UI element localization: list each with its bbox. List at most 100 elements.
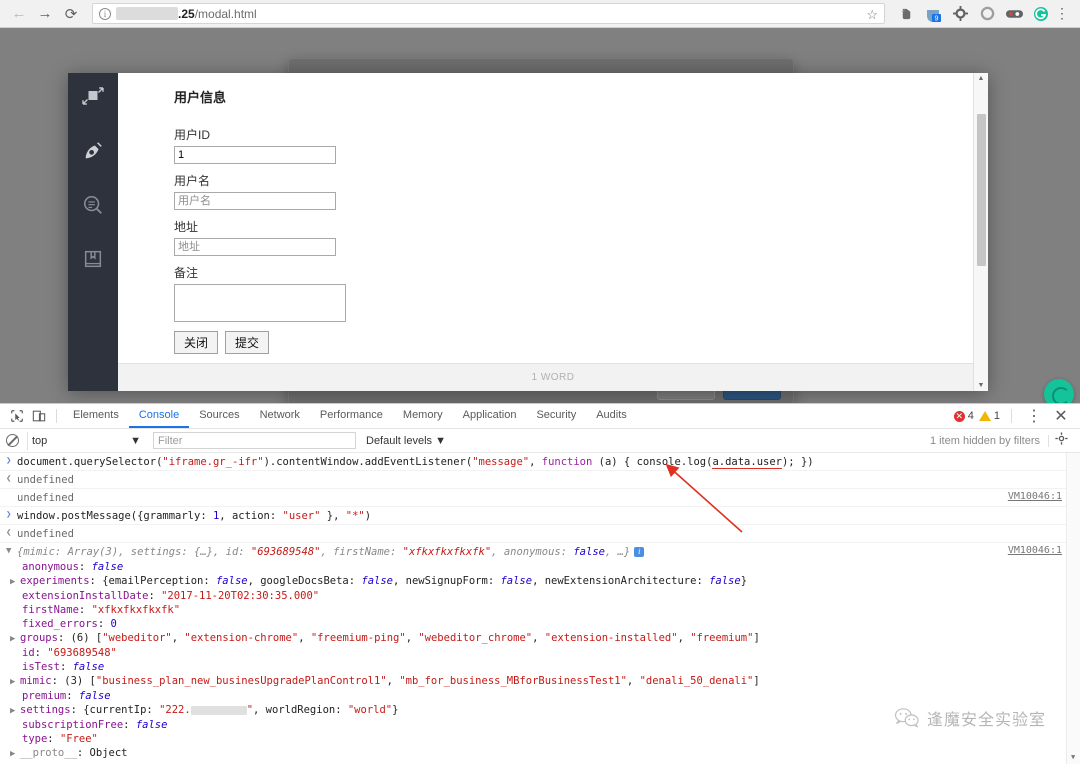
console-scrollbar[interactable]: ▼ <box>1066 453 1080 764</box>
chevron-down-icon: ▼ <box>130 434 141 447</box>
object-properties-list: anonymous: false ▶ experiments: {emailPer… <box>0 560 1080 761</box>
expand-triangle-icon-settings[interactable]: ▶ <box>10 704 20 718</box>
svg-text:9: 9 <box>935 15 939 22</box>
address-input[interactable] <box>174 238 336 256</box>
expand-triangle-icon-groups[interactable]: ▶ <box>10 632 20 646</box>
console-row-input-1[interactable]: ❯ document.querySelector("iframe.gr_-ifr… <box>0 453 1080 471</box>
property-proto[interactable]: ▶ __proto__: Object <box>0 746 1080 761</box>
property-type: type: "Free" <box>22 733 98 745</box>
console-row-output-1: ❮ undefined <box>0 471 1080 489</box>
username-label: 用户名 <box>174 174 211 188</box>
tab-elements[interactable]: Elements <box>63 404 129 428</box>
expand-collapse-icon[interactable] <box>79 83 107 111</box>
scrollbar-track[interactable] <box>974 84 988 380</box>
scroll-up-icon[interactable]: ▲ <box>978 73 985 84</box>
console-filter-input[interactable] <box>153 432 356 449</box>
object-expand-icon[interactable]: ▼ <box>6 545 17 556</box>
settings-extension-icon[interactable] <box>951 5 969 23</box>
console-log-1: undefined <box>17 491 74 504</box>
back-button[interactable]: ← <box>6 2 32 26</box>
reload-button[interactable]: ⟳ <box>58 2 84 26</box>
remark-textarea[interactable] <box>174 284 346 322</box>
tab-network[interactable]: Network <box>250 404 310 428</box>
warning-icon <box>978 411 991 421</box>
handbook-icon[interactable] <box>79 245 107 273</box>
error-icon: ✕ <box>953 410 965 422</box>
tab-memory[interactable]: Memory <box>393 404 453 428</box>
gear-icon[interactable] <box>1049 431 1074 450</box>
console-source-link-2[interactable]: VM10046:1 <box>1008 545 1062 556</box>
console-filter-bar: top ▼ Default levels ▼ 1 item hidden by … <box>0 429 1080 453</box>
evernote-extension-icon[interactable] <box>897 5 915 23</box>
console-row-input-2[interactable]: ❯ window.postMessage({grammarly: 1, acti… <box>0 507 1080 525</box>
property-mimic[interactable]: ▶ mimic: (3) ["business_plan_new_businesU… <box>0 674 1080 689</box>
log-levels-selector[interactable]: Default levels ▼ <box>366 435 446 447</box>
url-host: .25 <box>178 6 195 21</box>
bookmark-star-icon[interactable]: ☆ <box>866 7 878 23</box>
tab-security[interactable]: Security <box>526 404 586 428</box>
address-label: 地址 <box>174 220 199 234</box>
address-bar[interactable]: i .25/modal.html ☆ <box>92 3 885 24</box>
expand-triangle-icon-mimic[interactable]: ▶ <box>10 675 20 689</box>
console-source-link-1[interactable]: VM10046:1 <box>1008 491 1062 502</box>
console-scroll-down-icon[interactable]: ▼ <box>1071 753 1075 761</box>
console-output-2: undefined <box>17 527 74 540</box>
tab-audits[interactable]: Audits <box>586 404 637 428</box>
site-info-icon[interactable]: i <box>99 7 111 20</box>
inspect-element-icon[interactable] <box>6 406 28 426</box>
grammarly-footer: 1 WORD <box>118 363 988 391</box>
user-id-input[interactable] <box>174 146 336 164</box>
grammarly-page-badge[interactable] <box>1044 379 1074 403</box>
circle-extension-icon[interactable] <box>978 5 996 23</box>
grammarly-content-area: 用户信息 用户ID 用户名 地址 备注 关闭 提交 1 WORD <box>118 73 988 391</box>
hidden-items-message: 1 item hidden by filters <box>930 434 1049 447</box>
property-fixed_errors: fixed_errors: 0 <box>22 618 117 630</box>
clear-console-icon[interactable] <box>6 434 19 447</box>
property-groups[interactable]: ▶ groups: (6) ["webeditor", "extension-ch… <box>0 631 1080 646</box>
device-toolbar-icon[interactable] <box>28 406 50 426</box>
grammarly-extension-icon[interactable] <box>1032 5 1050 23</box>
scroll-down-icon[interactable]: ▼ <box>978 380 985 391</box>
tab-application[interactable]: Application <box>453 404 527 428</box>
context-selector[interactable]: top ▼ <box>27 431 145 450</box>
error-badge[interactable]: ✕ 4 <box>953 410 974 422</box>
url-path: /modal.html <box>194 6 257 21</box>
expand-triangle-icon[interactable]: ▶ <box>10 575 20 589</box>
browser-toolbar: ← → ⟳ i .25/modal.html ☆ 9 ⋮ <box>0 0 1080 28</box>
tab-console[interactable]: Console <box>128 404 190 428</box>
warning-count: 1 <box>993 410 1000 422</box>
search-assistant-icon[interactable] <box>79 191 107 219</box>
console-row-object[interactable]: ▼ {mimic: Array(3), settings: {…}, id: "… <box>0 543 1080 560</box>
devtools-tabs: Elements Console Sources Network Perform… <box>63 404 637 428</box>
username-input[interactable] <box>174 192 336 210</box>
input-marker-icon: ❯ <box>6 455 12 466</box>
wechat-watermark: 逢魔安全实验室 <box>894 706 1046 730</box>
object-info-icon[interactable]: i <box>634 546 645 557</box>
output-marker-icon-2: ❮ <box>6 527 12 538</box>
scrollbar-thumb[interactable] <box>977 114 986 266</box>
pen-nib-icon[interactable] <box>79 137 107 165</box>
browser-menu-button[interactable]: ⋮ <box>1050 5 1074 22</box>
redacted-ip-block <box>190 705 247 715</box>
expand-triangle-icon-proto[interactable]: ▶ <box>10 747 20 761</box>
output-marker-icon: ❮ <box>6 473 12 484</box>
property-experiments[interactable]: ▶ experiments: {emailPerception: false, g… <box>0 574 1080 589</box>
warning-badge[interactable]: 1 <box>978 410 1000 422</box>
context-value: top <box>32 434 48 447</box>
three-dots-vertical-icon[interactable]: ⋮ <box>1023 406 1045 426</box>
overlay-scrollbar[interactable]: ▲ ▼ <box>973 73 988 391</box>
redacted-host-block <box>116 7 178 20</box>
object-header: {mimic: Array(3), settings: {…}, id: "69… <box>17 545 1080 559</box>
form-close-button[interactable]: 关闭 <box>174 331 219 354</box>
form-title: 用户信息 <box>174 90 227 105</box>
toolbar-divider-2 <box>1011 409 1012 423</box>
forward-button[interactable]: → <box>32 2 58 26</box>
devtools-toolbar-right: ✕ 4 1 ⋮ ✕ <box>953 406 1074 426</box>
form-submit-button[interactable]: 提交 <box>225 331 270 354</box>
pocket-extension-icon[interactable]: 9 <box>924 5 942 23</box>
tab-performance[interactable]: Performance <box>310 404 393 428</box>
lastpass-extension-icon[interactable] <box>1005 5 1023 23</box>
close-icon[interactable]: ✕ <box>1050 406 1072 426</box>
property-anonymous: anonymous: false <box>22 561 124 573</box>
tab-sources[interactable]: Sources <box>189 404 249 428</box>
